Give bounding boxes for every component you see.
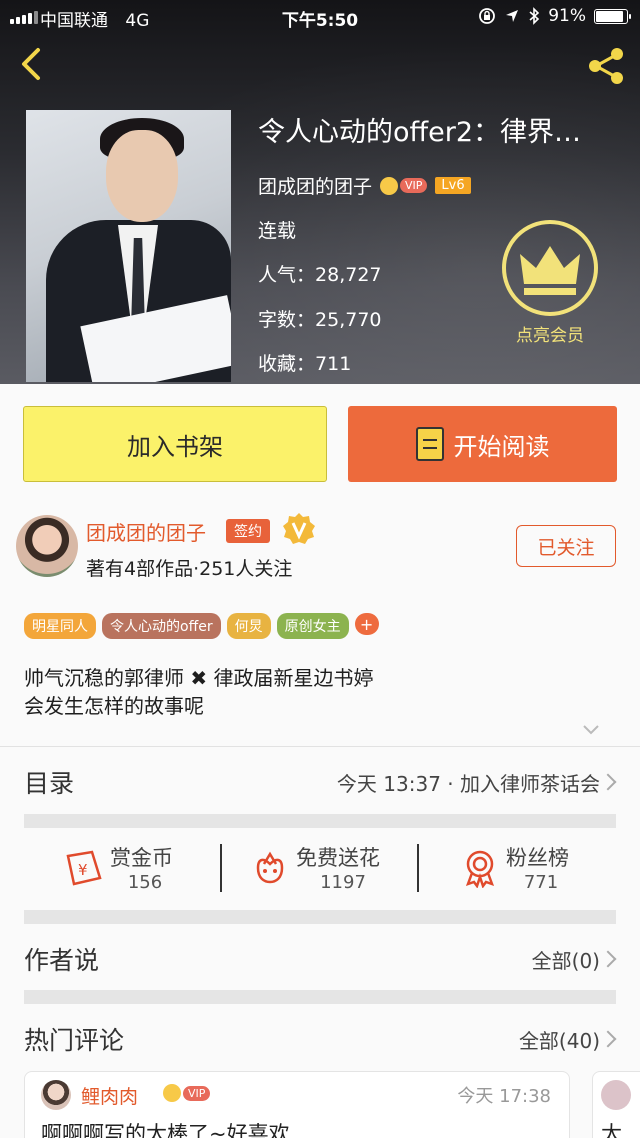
fan-ranking-stat[interactable]: 粉丝榜 771: [460, 840, 600, 900]
start-reading-button[interactable]: 开始阅读: [348, 406, 617, 482]
back-button[interactable]: [12, 44, 52, 84]
commenter-avatar[interactable]: [41, 1080, 71, 1110]
book-intro: 帅气沉稳的郭律师 ✖ 律政届新星边书婷 会发生怎样的故事呢: [24, 666, 374, 718]
medal-icon: [465, 850, 495, 888]
battery-icon: [594, 8, 631, 24]
catalog-title: 目录: [24, 769, 75, 798]
vip-badge: VIP: [163, 1084, 211, 1102]
level-badge: Lv6: [435, 177, 471, 194]
book-icon: [415, 427, 444, 461]
book-cover-image[interactable]: [26, 110, 231, 382]
author-says-all[interactable]: 全部(0): [532, 945, 600, 974]
location-icon: [506, 10, 519, 22]
section-separator: [24, 814, 616, 828]
author-stats: 著有4部作品·251人关注: [86, 558, 293, 580]
tag-item[interactable]: 令人心动的offer: [102, 613, 221, 639]
tag-item[interactable]: 何炅: [226, 613, 271, 639]
section-separator: [24, 910, 616, 924]
author-avatar[interactable]: [16, 515, 78, 577]
expand-chevron-icon[interactable]: [582, 724, 600, 736]
commenter-avatar: [601, 1080, 631, 1110]
book-title: 令人心动的offer2：律界…: [258, 117, 582, 148]
author-name[interactable]: 团成团的团子: [86, 517, 206, 546]
comment-card[interactable]: 鲤肉肉 VIP 今天 17:38 啊啊啊写的太棒了~好喜欢: [24, 1071, 570, 1138]
status-bar: 中国联通 4G 下午5:50 91%: [0, 0, 640, 34]
vip-crown-icon: [163, 1084, 181, 1102]
comment-text: 太: [601, 1122, 622, 1138]
popularity-stat: 人气：28,727: [258, 264, 382, 286]
book-info: 令人心动的offer2：律界… 团成团的团子 VIP Lv6 连载 人气：28,…: [258, 110, 628, 375]
hot-comments-all[interactable]: 全部(40): [519, 1025, 600, 1054]
comment-time: 今天 17:38: [457, 1086, 551, 1107]
comment-text: 啊啊啊写的太棒了~好喜欢: [41, 1122, 290, 1138]
tag-item[interactable]: 原创女主: [276, 613, 349, 639]
reward-coin-icon: ¥: [66, 850, 102, 886]
add-to-shelf-button[interactable]: 加入书架: [23, 406, 327, 482]
member-label[interactable]: 点亮会员: [500, 321, 600, 346]
comment-card[interactable]: 太: [592, 1071, 640, 1138]
add-tag-button[interactable]: +: [354, 613, 379, 635]
crown-icon[interactable]: [500, 218, 600, 318]
flower-icon: [256, 851, 284, 884]
share-button[interactable]: [584, 44, 628, 88]
signed-badge: 签约: [226, 519, 270, 543]
word-count-stat: 字数：25,770: [258, 309, 382, 331]
book-detail-body: 加入书架 开始阅读 团成团的团子 签约 著有4部作品·251人关注 已关注 明星…: [0, 384, 640, 1138]
chevron-right-icon: [599, 773, 617, 791]
hot-comments-title: 热门评论: [24, 1026, 125, 1055]
svg-text:¥: ¥: [78, 861, 88, 879]
free-flower-stat[interactable]: 免费送花 1197: [250, 840, 410, 900]
favorites-stat: 收藏：711: [258, 353, 352, 375]
reward-coin-stat[interactable]: ¥ 赏金币 156: [64, 840, 204, 900]
tag-list: 明星同人 令人心动的offer 何炅 原创女主 +: [24, 613, 379, 639]
section-separator: [24, 990, 616, 1004]
divider: [0, 746, 640, 747]
book-status: 连载: [258, 220, 297, 242]
tag-item[interactable]: 明星同人: [24, 613, 96, 639]
book-author[interactable]: 团成团的团子: [258, 172, 372, 199]
latest-chapter[interactable]: 今天 13:37 · 加入律师茶话会: [337, 768, 600, 797]
commenter-name[interactable]: 鲤肉肉: [81, 1082, 138, 1109]
divider: [417, 844, 419, 892]
vip-badge: VIP: [380, 176, 428, 195]
battery-percent: 91%: [548, 6, 586, 26]
verified-icon: [283, 513, 315, 544]
chevron-right-icon: [599, 1030, 617, 1048]
follow-button[interactable]: 已关注: [516, 525, 616, 567]
bluetooth-icon: [529, 7, 540, 25]
chevron-right-icon: [599, 950, 617, 968]
vip-crown-icon: [380, 176, 399, 195]
rotation-lock-icon: [479, 8, 496, 24]
author-says-title: 作者说: [24, 946, 100, 975]
divider: [220, 844, 222, 892]
